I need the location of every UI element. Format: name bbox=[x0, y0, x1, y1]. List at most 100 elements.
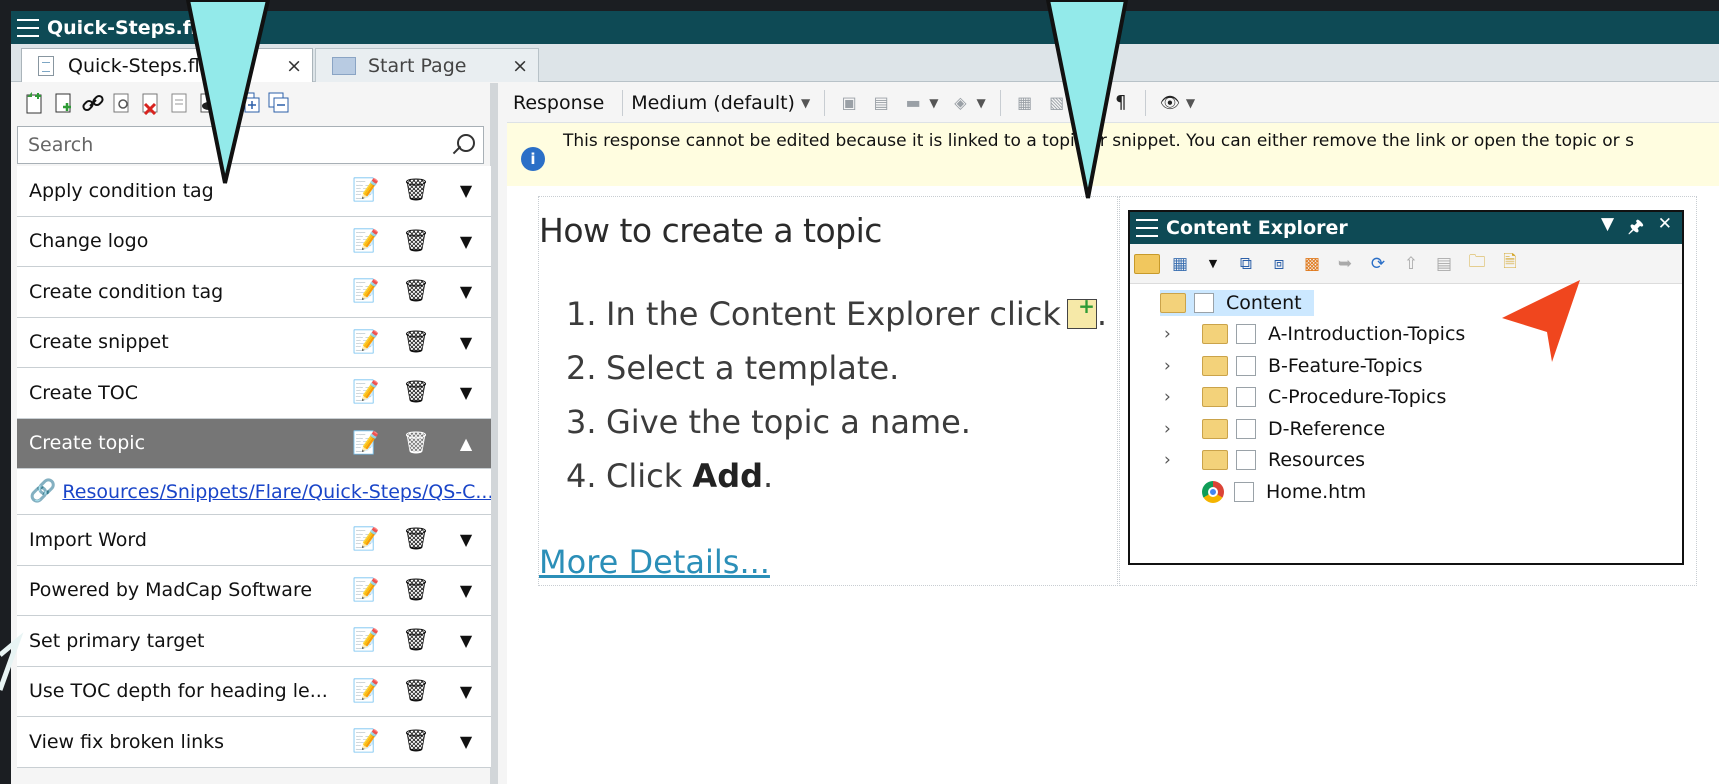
show-eye-icon[interactable]: 👁 bbox=[1159, 92, 1181, 114]
toolbar-separator bbox=[622, 89, 624, 116]
folder-icon bbox=[1202, 387, 1228, 408]
trash-icon[interactable]: 🗑 bbox=[391, 729, 441, 754]
table-options-icon[interactable]: ▧ bbox=[1046, 92, 1068, 114]
document-icon bbox=[38, 55, 54, 76]
tiles-icon: ▩ bbox=[1303, 253, 1321, 274]
info-text: This response cannot be edited because i… bbox=[563, 131, 1634, 151]
menu-icon[interactable] bbox=[17, 18, 39, 37]
grid-view-icon: ▦ bbox=[1171, 253, 1189, 274]
list-item[interactable]: Create TOC 📝 🗑 ▼ bbox=[17, 368, 491, 419]
close-tab-icon[interactable]: × bbox=[286, 55, 302, 77]
paragraph-marks-icon[interactable]: ¶ bbox=[1110, 92, 1132, 114]
chevron-right-icon: › bbox=[1164, 418, 1171, 439]
expand-down-icon[interactable]: ▼ bbox=[441, 181, 491, 200]
tree-label: C-Procedure-Topics bbox=[1268, 386, 1447, 409]
trash-icon[interactable]: 🗑 bbox=[391, 679, 441, 704]
list-item[interactable]: Use TOC depth for heading le... 📝 🗑 ▼ bbox=[17, 666, 491, 717]
trash-icon[interactable]: 🗑 bbox=[391, 229, 441, 254]
content-tree: Content › A-Introduction-Topics › B-Feat… bbox=[1130, 284, 1682, 508]
size-value: Medium (default) bbox=[631, 91, 795, 114]
edit-icon[interactable]: 📝 bbox=[341, 330, 391, 355]
list-item[interactable]: Change logo 📝 🗑 ▼ bbox=[17, 216, 491, 267]
link-icon[interactable] bbox=[81, 90, 105, 116]
list-item[interactable]: Create snippet 📝 🗑 ▼ bbox=[17, 317, 491, 368]
edit-icon[interactable]: 📝 bbox=[341, 178, 391, 203]
edit-icon[interactable]: 📝 bbox=[341, 431, 391, 456]
add-file-icon[interactable] bbox=[52, 90, 76, 116]
trash-icon[interactable]: 🗑 bbox=[391, 527, 441, 552]
search-field[interactable] bbox=[17, 126, 484, 164]
search-icon[interactable] bbox=[449, 132, 475, 158]
trash-icon[interactable]: 🗑 bbox=[391, 279, 441, 304]
more-details-link[interactable]: More Details... bbox=[539, 543, 770, 581]
list-item[interactable]: Powered by MadCap Software 📝 🗑 ▼ bbox=[17, 565, 491, 616]
insert-symbol-icon[interactable]: ◈ bbox=[949, 92, 971, 114]
chevron-down-icon[interactable]: ▼ bbox=[976, 96, 985, 110]
trash-icon[interactable]: 🗑 bbox=[391, 178, 441, 203]
list-item[interactable]: Import Word 📝 🗑 ▼ bbox=[17, 515, 491, 566]
step-label: Change logo bbox=[29, 230, 149, 253]
edit-icon[interactable]: 📝 bbox=[341, 729, 391, 754]
toolbar-separator bbox=[1095, 89, 1097, 116]
expand-down-icon[interactable]: ▼ bbox=[441, 631, 491, 650]
window-controls: ▼ 🖈 ✕ bbox=[1601, 214, 1682, 243]
edit-icon[interactable]: 📝 bbox=[341, 578, 391, 603]
delete-red-icon[interactable] bbox=[139, 90, 163, 116]
list-item[interactable]: Apply condition tag 📝 🗑 ▼ bbox=[17, 166, 491, 217]
list-item[interactable]: Set primary target 📝 🗑 ▼ bbox=[17, 616, 491, 667]
step-label: Import Word bbox=[29, 528, 147, 551]
expand-down-icon[interactable]: ▼ bbox=[441, 333, 491, 352]
insert-image-icon[interactable]: ▣ bbox=[838, 92, 860, 114]
expand-down-icon[interactable]: ▼ bbox=[441, 581, 491, 600]
close-tab-icon[interactable]: × bbox=[512, 55, 528, 77]
tree-folder: › Resources bbox=[1164, 445, 1682, 477]
new-item-icon[interactable] bbox=[23, 90, 47, 116]
edit-icon[interactable]: 📝 bbox=[341, 628, 391, 653]
insert-picture-icon[interactable]: ▤ bbox=[870, 92, 892, 114]
trash-icon[interactable]: 🗑 bbox=[391, 578, 441, 603]
trash-icon[interactable]: 🗑 bbox=[391, 628, 441, 653]
export-icon[interactable] bbox=[168, 90, 192, 116]
expand-down-icon[interactable]: ▼ bbox=[441, 530, 491, 549]
chevron-down-icon[interactable]: ▼ bbox=[1186, 96, 1195, 110]
insert-table-icon[interactable]: ▦ bbox=[1014, 92, 1036, 114]
expand-down-icon[interactable]: ▼ bbox=[441, 732, 491, 751]
list-item[interactable]: Create condition tag 📝 🗑 ▼ bbox=[17, 267, 491, 318]
toolbar-separator bbox=[1144, 89, 1146, 116]
trash-icon[interactable]: 🗑 bbox=[391, 330, 441, 355]
expand-down-icon[interactable]: ▼ bbox=[441, 383, 491, 402]
edit-icon[interactable]: 📝 bbox=[341, 380, 391, 405]
expand-down-icon[interactable]: ▼ bbox=[441, 282, 491, 301]
collapse-all-icon: ⧈ bbox=[1273, 253, 1285, 274]
edit-icon[interactable]: 📝 bbox=[341, 679, 391, 704]
edit-icon[interactable]: 📝 bbox=[341, 279, 391, 304]
insert-media-icon[interactable]: ▬ bbox=[902, 92, 924, 114]
folder-open-icon bbox=[1160, 292, 1186, 313]
size-dropdown[interactable]: Medium (default) ▼ bbox=[631, 92, 816, 114]
step-item: 4. Click Add. bbox=[566, 449, 1107, 503]
tab-quick-steps[interactable]: Quick-Steps.flr × bbox=[21, 48, 313, 82]
expand-down-icon[interactable]: ▼ bbox=[441, 682, 491, 701]
edit-icon[interactable]: 📝 bbox=[341, 527, 391, 552]
trash-icon[interactable]: 🗑 bbox=[391, 431, 441, 456]
collapse-all-icon[interactable] bbox=[267, 90, 291, 116]
linked-snippet-row[interactable]: 🔗 Resources/Snippets/Flare/Quick-Steps/Q… bbox=[17, 469, 491, 515]
tab-start-page[interactable]: Start Page × bbox=[315, 48, 539, 82]
expand-down-icon[interactable]: ▼ bbox=[441, 232, 491, 251]
edit-icon[interactable]: 📝 bbox=[341, 229, 391, 254]
preview-icon[interactable] bbox=[110, 90, 134, 116]
search-input[interactable] bbox=[26, 133, 449, 157]
step-label: Create condition tag bbox=[29, 280, 224, 303]
chevron-down-icon[interactable]: ▼ bbox=[929, 96, 938, 110]
snippet-link[interactable]: Resources/Snippets/Flare/Quick-Steps/QS-… bbox=[62, 481, 491, 503]
collapse-up-icon[interactable]: ▲ bbox=[441, 434, 491, 453]
list-item-selected[interactable]: Create topic 📝 🗑 ▲ bbox=[17, 418, 491, 469]
tree-folder: › A-Introduction-Topics bbox=[1164, 319, 1682, 351]
list-item[interactable]: View fix broken links 📝 🗑 ▼ bbox=[17, 717, 491, 768]
expand-all-icon[interactable] bbox=[238, 90, 262, 116]
chevron-down-icon[interactable]: ▼ bbox=[1073, 96, 1082, 110]
checkbox bbox=[1236, 324, 1256, 345]
tree-label: Content bbox=[1226, 291, 1302, 314]
trash-icon[interactable]: 🗑 bbox=[391, 380, 441, 405]
view-icon[interactable] bbox=[197, 90, 221, 116]
